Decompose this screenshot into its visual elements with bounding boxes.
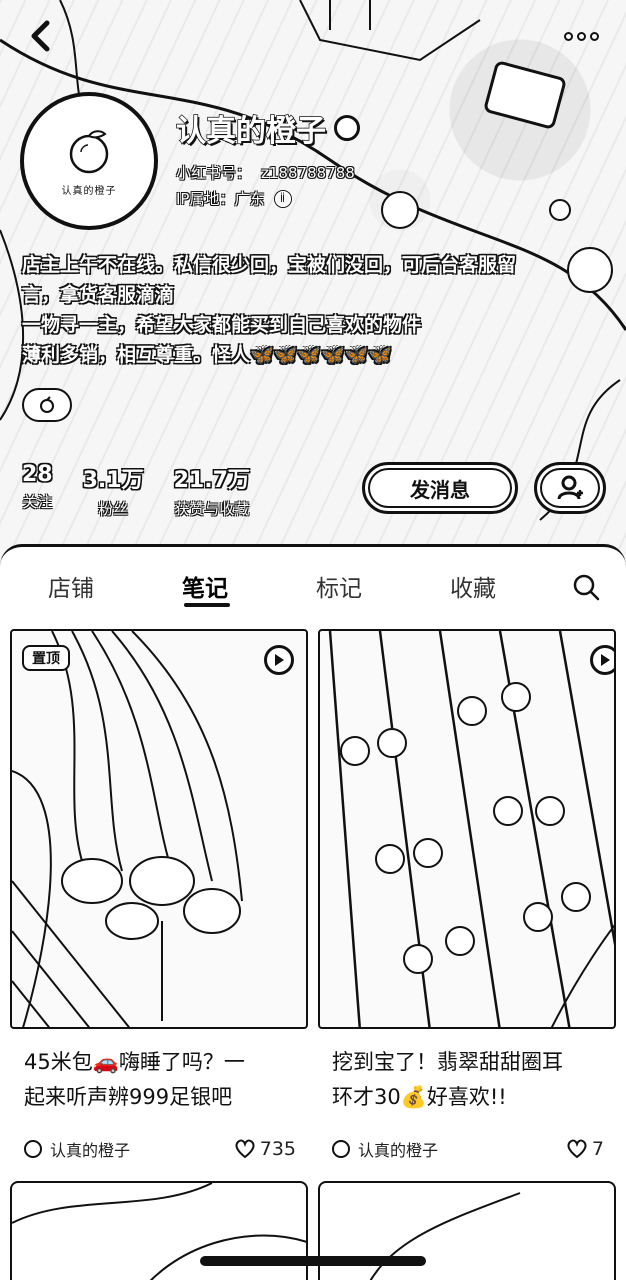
heart-icon [567,1139,587,1159]
bio-line: 店主上午不在线。私信很少回，宝被们没回，可后台客服留 [22,254,517,276]
verified-badge-icon [334,115,360,141]
profile-tag-chip[interactable] [22,388,72,422]
video-play-icon [264,645,294,675]
note-image-drawing [328,631,614,1027]
tab-collections[interactable]: 收藏 [450,569,496,603]
tab-store[interactable]: 店铺 [48,569,94,603]
note-title-line: 环才30💰好喜欢!! [332,1085,507,1109]
follow-user-button[interactable] [534,462,606,514]
back-button[interactable] [22,16,58,56]
author-name: 认真的橙子 [50,1141,131,1160]
note-card[interactable]: 置顶 45米包🚗嗨睡了吗？一 起来听声辨999足银吧 认真的橙子 735 [10,629,308,1161]
profile-id-row: 小红书号： z188788788 [176,162,355,183]
profile-ip-row: IP属地：广东 i [176,188,291,209]
note-title[interactable]: 挖到宝了！翡翠甜甜圈耳 环才30💰好喜欢!! [318,1045,616,1115]
chevron-left-icon [31,20,50,52]
profile-tabs: 店铺 笔记 标记 收藏 [0,547,626,621]
note-card[interactable]: 挖到宝了！翡翠甜甜圈耳 环才30💰好喜欢!! 认真的橙子 7 [318,629,616,1161]
note-author[interactable]: 认真的橙子 [24,1137,234,1161]
active-tab-indicator [184,603,230,607]
tab-notes[interactable]: 笔记 [182,569,228,603]
note-author[interactable]: 认真的橙子 [332,1137,566,1161]
heart-icon [235,1139,255,1159]
send-message-button[interactable]: 发消息 [362,462,518,514]
ip-label: IP属地： [176,190,235,208]
avatar-text: 认真的橙子 [61,185,117,197]
note-title[interactable]: 45米包🚗嗨睡了吗？一 起来听声辨999足银吧 [10,1045,308,1115]
bio-line: 一物寻一主，希望大家都能买到自己喜欢的物件 [22,314,422,336]
more-dot-icon [589,31,599,41]
more-dot-icon [563,31,573,41]
info-icon[interactable]: i [274,190,291,207]
profile-stats: 28 关注 3.1万 粉丝 21.7万 获赞与收藏 [22,462,250,519]
bio-line: 薄利多销，相互尊重。怪人🦋🦋🦋🦋🦋🦋 [22,344,392,366]
more-dot-icon [576,31,586,41]
like-button[interactable]: 7 [566,1138,604,1160]
profile-id-value: z188788788 [261,163,355,182]
search-icon[interactable] [570,571,602,603]
ip-value: 广东 [234,190,265,208]
profile-bio: 店主上午不在线。私信很少回，宝被们没回，可后台客服留 言，拿货客服滴滴 一物寻一… [22,250,592,370]
pinned-badge: 置顶 [22,645,70,671]
bio-line: 言，拿货客服滴滴 [22,284,175,306]
note-cover-image[interactable] [318,629,616,1029]
stat-number: 21.7万 [173,468,250,493]
home-indicator[interactable] [200,1256,426,1266]
author-name: 认真的橙子 [358,1141,439,1160]
stat-number: 28 [22,462,53,487]
stat-following[interactable]: 28 关注 [22,462,53,519]
profile-name: 认真的橙子 [175,113,327,150]
profile-name-row: 认真的橙子 [175,106,360,150]
content-panel: 店铺 笔记 标记 收藏 置顶 45米包🚗嗨睡了吗？一 起来听声辨999足银吧 认… [0,544,626,1280]
like-button[interactable]: 735 [234,1138,296,1160]
orange-icon [40,396,54,413]
stat-label: 关注 [22,493,53,511]
note-cover-image[interactable]: 置顶 [10,629,308,1029]
stat-label: 粉丝 [98,500,129,518]
like-count: 7 [591,1138,604,1160]
author-avatar [24,1140,42,1158]
note-title-line: 挖到宝了！翡翠甜甜圈耳 [332,1050,563,1074]
video-play-icon [590,645,614,675]
profile-id-label: 小红书号： [176,164,252,182]
note-footer: 认真的橙子 7 [318,1137,616,1161]
stat-label: 获赞与收藏 [174,500,250,518]
profile-cover: 认真的橙子 认真的橙子 小红书号： z188788788 IP属地：广东 i 店… [0,0,626,560]
stat-likes-collects[interactable]: 21.7万 获赞与收藏 [174,462,250,519]
note-image-drawing [12,631,243,1027]
note-title-line: 起来听声辨999足银吧 [24,1085,233,1109]
user-icon [557,475,583,500]
stat-followers[interactable]: 3.1万 粉丝 [83,462,144,519]
tab-marks[interactable]: 标记 [316,569,362,603]
note-title-line: 45米包🚗嗨睡了吗？一 [24,1050,245,1074]
profile-avatar[interactable]: 认真的橙子 [20,92,158,230]
author-avatar [332,1140,350,1158]
orange-logo-icon [69,129,109,173]
like-count: 735 [259,1138,296,1160]
more-options-button[interactable] [558,22,604,50]
note-footer: 认真的橙子 735 [10,1137,308,1161]
stat-number: 3.1万 [82,468,144,493]
